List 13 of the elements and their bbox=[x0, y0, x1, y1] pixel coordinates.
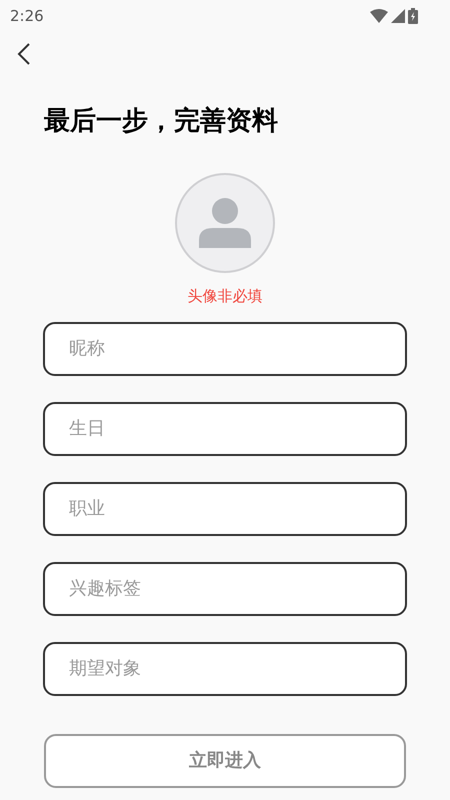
avatar-hint: 头像非必填 bbox=[188, 286, 262, 307]
text-field[interactable]: 期望对象 bbox=[43, 642, 407, 696]
text-field[interactable]: 昵称 bbox=[43, 322, 407, 376]
person-icon bbox=[199, 198, 251, 248]
text-field[interactable]: 生日 bbox=[43, 402, 407, 456]
status-time: 2:26 bbox=[10, 6, 44, 27]
wifi-icon bbox=[370, 9, 388, 23]
battery-icon bbox=[408, 8, 418, 24]
back-icon bbox=[16, 42, 32, 66]
page-title: 最后一步，完善资料 bbox=[44, 105, 278, 138]
text-field[interactable]: 职业 bbox=[43, 482, 407, 536]
signal-icon bbox=[391, 9, 405, 23]
text-field[interactable]: 兴趣标签 bbox=[43, 562, 407, 616]
